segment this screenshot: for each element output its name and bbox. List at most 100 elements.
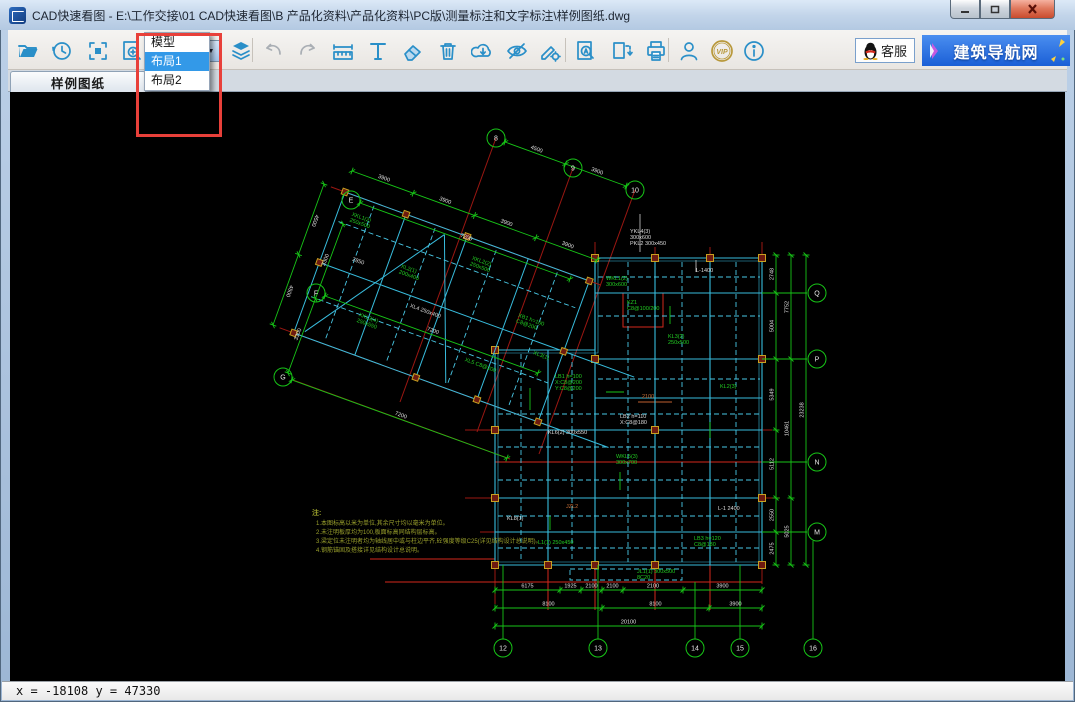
svg-text:15: 15 — [736, 646, 744, 653]
svg-text:KL6(2) 300x550: KL6(2) 300x550 — [548, 430, 587, 436]
history-clock-icon — [50, 39, 74, 63]
svg-text:G: G — [280, 375, 285, 382]
find-text-button[interactable] — [572, 37, 600, 64]
about-button[interactable] — [740, 37, 768, 64]
minimize-button[interactable] — [950, 0, 980, 19]
svg-text:2100: 2100 — [647, 584, 659, 590]
svg-text:WKL5(3)300x700: WKL5(3)300x700 — [616, 454, 638, 466]
banner-confetti — [1047, 37, 1067, 64]
annotation-highlight-box — [136, 33, 222, 137]
svg-text:3.梁定位未注明者均为轴线居中或与柱边平齐,砼强度等级C25: 3.梁定位未注明者均为轴线居中或与柱边平齐,砼强度等级C25(详见结构设计总说明… — [316, 537, 542, 545]
svg-text:KL2(3): KL2(3) — [720, 384, 737, 390]
delete-button[interactable] — [434, 37, 462, 64]
layers-button[interactable] — [227, 37, 255, 64]
page-export-button[interactable] — [608, 37, 636, 64]
history-button[interactable] — [48, 37, 76, 64]
open-folder-icon — [16, 39, 40, 63]
find-in-page-icon — [574, 39, 598, 63]
svg-text:2475: 2475 — [770, 542, 776, 554]
svg-text:20100: 20100 — [621, 620, 636, 626]
svg-text:XL2(1)200x400: XL2(1)200x400 — [398, 264, 422, 282]
svg-text:L-1400: L-1400 — [696, 268, 713, 274]
title-bar[interactable]: CAD快速看图 - E:\工作交接\01 CAD快速看图\B 产品化资料\产品化… — [0, 0, 1075, 30]
undo-button[interactable] — [259, 37, 287, 64]
svg-text:P: P — [815, 357, 820, 364]
tab-sample-drawing[interactable]: 样例图纸 — [10, 71, 146, 92]
svg-text:XKL3(4)250x550: XKL3(4)250x550 — [356, 312, 380, 330]
toolbar-separator — [565, 38, 566, 62]
svg-text:L-1 2400: L-1 2400 — [718, 506, 740, 512]
svg-text:14: 14 — [691, 646, 699, 653]
layers-icon — [229, 39, 253, 63]
svg-text:6175: 6175 — [521, 584, 533, 590]
eraser-icon — [401, 39, 425, 63]
svg-text:E: E — [349, 198, 354, 205]
service-label: 客服 — [881, 41, 907, 60]
svg-text:XL4 250x400: XL4 250x400 — [409, 303, 442, 320]
qq-penguin-icon — [863, 42, 878, 60]
svg-text:YKL4(3)300x600PKL2 300x450: YKL4(3)300x600PKL2 300x450 — [630, 229, 666, 247]
undo-icon — [261, 39, 285, 63]
banner-glyph — [926, 40, 948, 62]
toolbar-separator — [252, 38, 253, 62]
svg-text:2100: 2100 — [606, 584, 618, 590]
svg-text:JL1(1) 300x5008C20: JL1(1) 300x5008C20 — [637, 569, 675, 581]
svg-text:KL3(2)250x500: KL3(2)250x500 — [668, 334, 689, 346]
close-button[interactable] — [1010, 0, 1055, 19]
svg-text:LB1 h=100X:C8@200Y:C8@200: LB1 h=100X:C8@200Y:C8@200 — [555, 374, 582, 392]
svg-text:10: 10 — [631, 188, 639, 195]
axis-bubbles: 8910EFGQPNM1213141516 — [274, 129, 826, 657]
svg-text:F: F — [314, 291, 318, 298]
text-icon — [366, 39, 390, 63]
svg-text:M: M — [814, 530, 820, 537]
ruler-icon — [331, 39, 355, 63]
svg-text:注:: 注: — [312, 508, 321, 517]
svg-text:12: 12 — [499, 646, 507, 653]
info-icon — [742, 39, 766, 63]
svg-text:2100: 2100 — [642, 394, 654, 400]
trash-icon — [436, 39, 460, 63]
svg-text:2.未注明板厚均为100,板面标高同结构层标高。: 2.未注明板厚均为100,板面标高同结构层标高。 — [316, 528, 441, 536]
cursor-coordinates: x = -18108 y = 47330 — [16, 684, 161, 698]
redo-button[interactable] — [294, 37, 322, 64]
fit-view-button[interactable] — [84, 37, 112, 64]
status-bar: x = -18108 y = 47330 — [2, 681, 1073, 700]
svg-text:Q: Q — [814, 291, 820, 298]
rotated-wing: XKL1(2)250x500XL2(1)200x400XKL2(2)250x50… — [279, 184, 661, 450]
customer-service-button[interactable]: 客服 — [855, 38, 915, 63]
svg-text:4.钢筋锚固及搭接详见结构设计总说明。: 4.钢筋锚固及搭接详见结构设计总说明。 — [316, 546, 423, 554]
svg-text:1.本图标高以米为单位,其余尺寸均以毫米为单位。: 1.本图标高以米为单位,其余尺寸均以毫米为单位。 — [316, 519, 449, 527]
svg-text:L1(1) 250x450: L1(1) 250x450 — [538, 540, 573, 546]
hide-annotations-button[interactable] — [503, 37, 531, 64]
svg-text:2100: 2100 — [585, 584, 597, 590]
print-button[interactable] — [642, 37, 670, 64]
window-controls — [950, 0, 1055, 19]
svg-text:WKL1(2)300x600: WKL1(2)300x600 — [606, 276, 628, 288]
svg-text:3900: 3900 — [716, 584, 728, 590]
eraser-button[interactable] — [399, 37, 427, 64]
svg-text:XL3(1): XL3(1) — [532, 350, 550, 361]
vip-button[interactable]: VIP — [708, 37, 736, 64]
measure-button[interactable] — [329, 37, 357, 64]
cloud-download-button[interactable] — [469, 37, 497, 64]
svg-text:3900: 3900 — [729, 602, 741, 608]
user-account-button[interactable] — [675, 37, 703, 64]
svg-text:8100: 8100 — [542, 602, 554, 608]
svg-text:N: N — [814, 460, 819, 467]
vip-icon: VIP — [709, 38, 735, 64]
nav-banner-label: 建筑导航网 — [953, 39, 1038, 63]
app-icon — [9, 7, 26, 24]
text-annotate-button[interactable] — [364, 37, 392, 64]
svg-text:2550: 2550 — [770, 509, 776, 521]
svg-text:16: 16 — [809, 646, 817, 653]
svg-text:2748: 2748 — [770, 268, 776, 280]
maximize-button[interactable] — [980, 0, 1010, 19]
svg-text:9: 9 — [571, 166, 575, 173]
annotation-settings-button[interactable] — [536, 37, 564, 64]
svg-text:5349: 5349 — [770, 388, 776, 400]
redo-icon — [296, 39, 320, 63]
drawing-canvas[interactable]: XKL1(2)250x500XL2(1)200x400XKL2(2)250x50… — [10, 92, 1065, 681]
open-file-button[interactable] — [14, 37, 42, 64]
nav-website-banner[interactable]: 建筑导航网 — [922, 35, 1070, 66]
svg-text:7752: 7752 — [785, 301, 791, 313]
